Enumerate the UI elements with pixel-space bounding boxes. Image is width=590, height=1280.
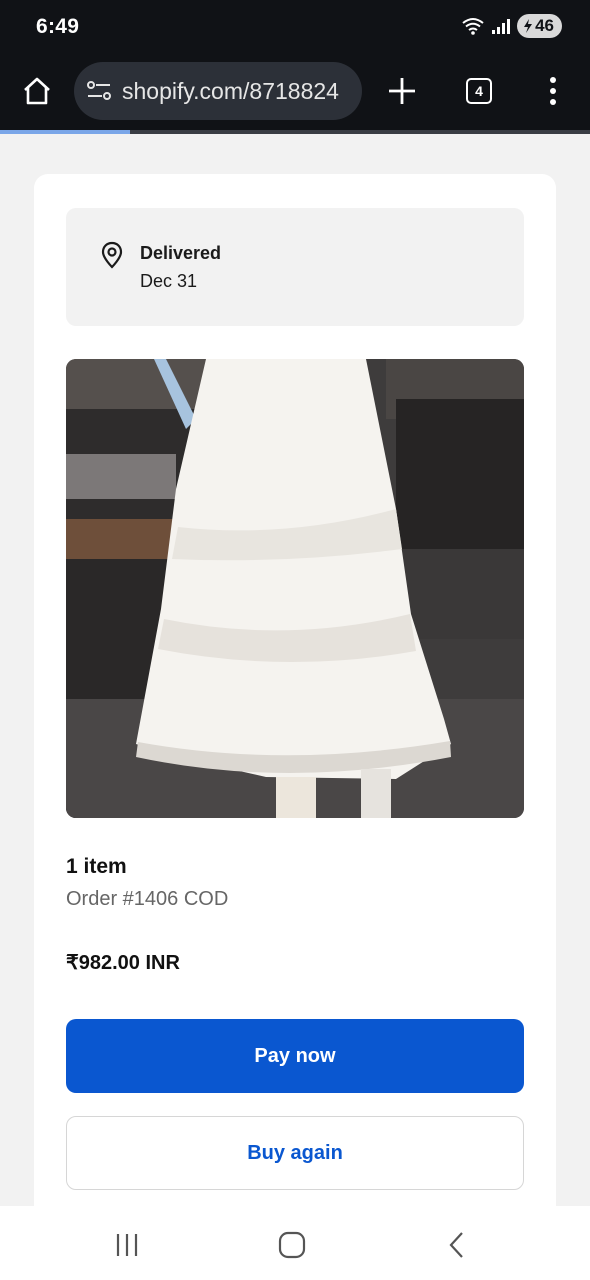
order-number: Order #1406 COD xyxy=(66,888,229,910)
signal-icon xyxy=(492,19,511,34)
buy-again-button[interactable]: Buy again xyxy=(66,1116,524,1190)
home-icon[interactable] xyxy=(18,72,56,110)
delivery-status: Delivered xyxy=(140,243,222,263)
tab-switcher-button[interactable]: 4 xyxy=(466,78,492,104)
system-nav-bar xyxy=(0,1206,590,1280)
location-pin-icon xyxy=(101,241,123,269)
browser-toolbar: shopify.com/8718824 4 xyxy=(0,56,590,130)
back-icon[interactable] xyxy=(444,1230,470,1260)
charging-icon xyxy=(524,19,533,33)
status-time: 6:49 xyxy=(36,15,80,38)
status-icons: 46 xyxy=(461,14,562,38)
battery-level: 46 xyxy=(535,16,554,35)
more-vertical-icon[interactable] xyxy=(540,72,566,110)
tab-count: 4 xyxy=(475,83,483,99)
recent-apps-icon[interactable] xyxy=(110,1230,144,1260)
page-load-progress xyxy=(0,130,590,134)
order-card: Delivered Dec 31 1 item Order #1406 COD … xyxy=(34,174,556,1234)
product-image[interactable] xyxy=(66,359,524,818)
delivery-status-box: Delivered Dec 31 xyxy=(66,208,524,326)
status-bar: 6:49 46 xyxy=(0,0,590,56)
url-text[interactable]: shopify.com/8718824 xyxy=(122,78,358,105)
battery-indicator: 46 xyxy=(517,14,562,38)
delivery-date: Dec 31 xyxy=(140,271,198,291)
item-count: 1 item xyxy=(66,855,127,878)
wifi-icon xyxy=(462,18,484,35)
site-settings-icon[interactable] xyxy=(86,78,112,104)
nav-home-icon[interactable] xyxy=(276,1230,308,1260)
pay-now-button[interactable]: Pay now xyxy=(66,1019,524,1093)
url-bar[interactable]: shopify.com/8718824 xyxy=(74,62,362,120)
order-total: ₹982.00 INR xyxy=(66,952,180,974)
progress-fill xyxy=(0,130,130,134)
plus-icon[interactable] xyxy=(383,72,421,110)
